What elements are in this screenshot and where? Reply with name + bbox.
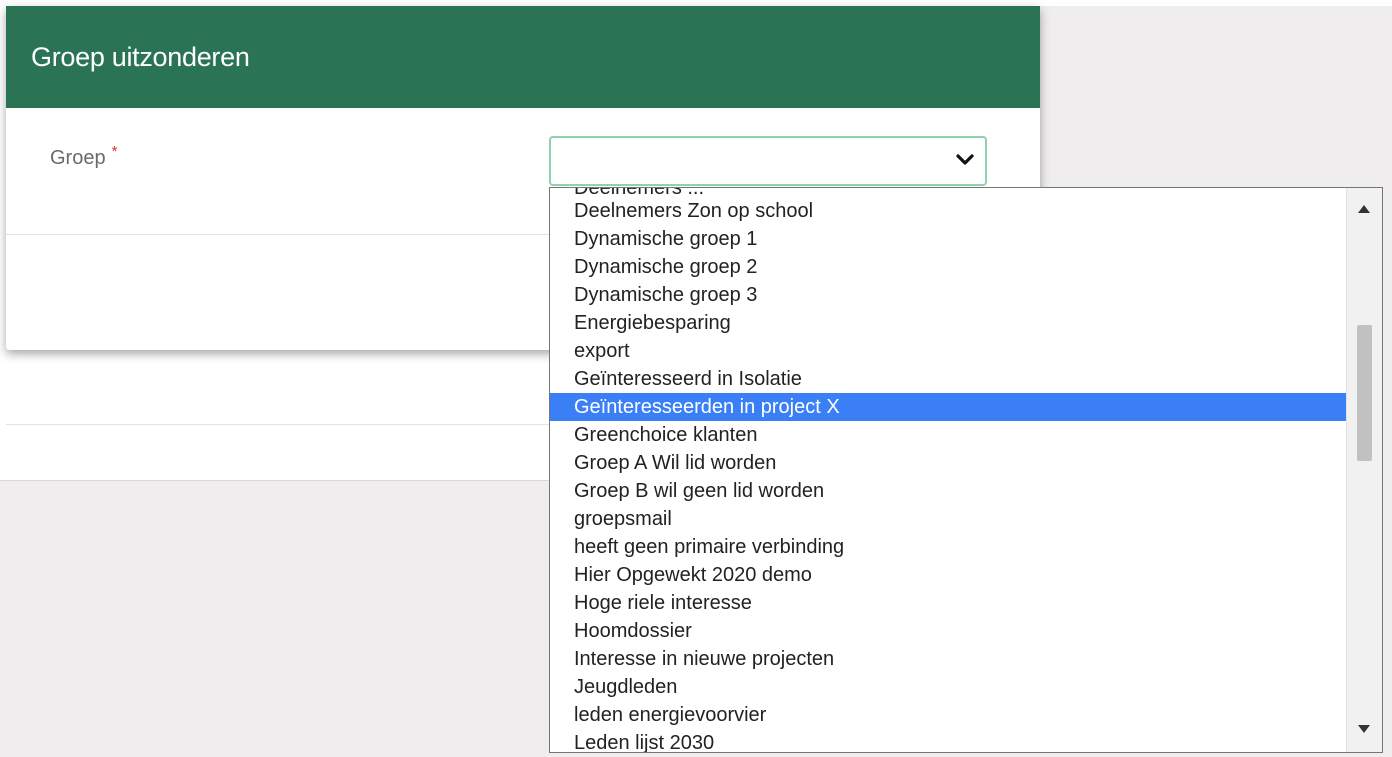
- dropdown-option[interactable]: Hoomdossier: [550, 617, 1346, 645]
- modal-title: Groep uitzonderen: [31, 41, 250, 72]
- dropdown-option[interactable]: Groep B wil geen lid worden: [550, 477, 1346, 505]
- dropdown-option[interactable]: Groep A Wil lid worden: [550, 449, 1346, 477]
- dropdown-option[interactable]: Dynamische groep 3: [550, 281, 1346, 309]
- scrollbar-thumb[interactable]: [1357, 325, 1372, 461]
- dropdown-option[interactable]: Leden lijst 2030: [550, 729, 1346, 752]
- page: Groep uitzonderen Groep * Deelnemers ... …: [0, 0, 1392, 757]
- scroll-down-arrow-icon[interactable]: [1358, 725, 1370, 733]
- dropdown-option[interactable]: Deelnemers Zon op school: [550, 197, 1346, 225]
- group-field-label: Groep *: [50, 143, 117, 170]
- dropdown-option[interactable]: Energiebesparing: [550, 309, 1346, 337]
- dropdown-option[interactable]: Hoge riele interesse: [550, 589, 1346, 617]
- group-dropdown-list[interactable]: Deelnemers ... Deelnemers Zon op school D…: [549, 187, 1383, 753]
- dropdown-option[interactable]: groepsmail: [550, 505, 1346, 533]
- modal-header: Groep uitzonderen: [6, 6, 1040, 108]
- dropdown-option[interactable]: leden energievoorvier: [550, 701, 1346, 729]
- dropdown-scrollbar[interactable]: [1346, 188, 1382, 752]
- dropdown-option[interactable]: Geïnteresseerden in project X: [550, 393, 1346, 421]
- dropdown-option[interactable]: export: [550, 337, 1346, 365]
- group-label-text: Groep: [50, 147, 106, 169]
- scroll-up-arrow-icon[interactable]: [1358, 205, 1370, 213]
- chevron-down-icon: [956, 154, 974, 165]
- group-select[interactable]: [549, 136, 987, 186]
- dropdown-option[interactable]: Dynamische groep 2: [550, 253, 1346, 281]
- dropdown-option[interactable]: Geïnteresseerd in Isolatie: [550, 365, 1346, 393]
- dropdown-option[interactable]: Greenchoice klanten: [550, 421, 1346, 449]
- dropdown-option[interactable]: Dynamische groep 1: [550, 225, 1346, 253]
- dropdown-option[interactable]: Jeugdleden: [550, 673, 1346, 701]
- dropdown-option[interactable]: heeft geen primaire verbinding: [550, 533, 1346, 561]
- dropdown-option[interactable]: Hier Opgewekt 2020 demo: [550, 561, 1346, 589]
- required-marker: *: [111, 143, 118, 160]
- dropdown-option[interactable]: Interesse in nieuwe projecten: [550, 645, 1346, 673]
- dropdown-options: Deelnemers ... Deelnemers Zon op school D…: [550, 188, 1346, 752]
